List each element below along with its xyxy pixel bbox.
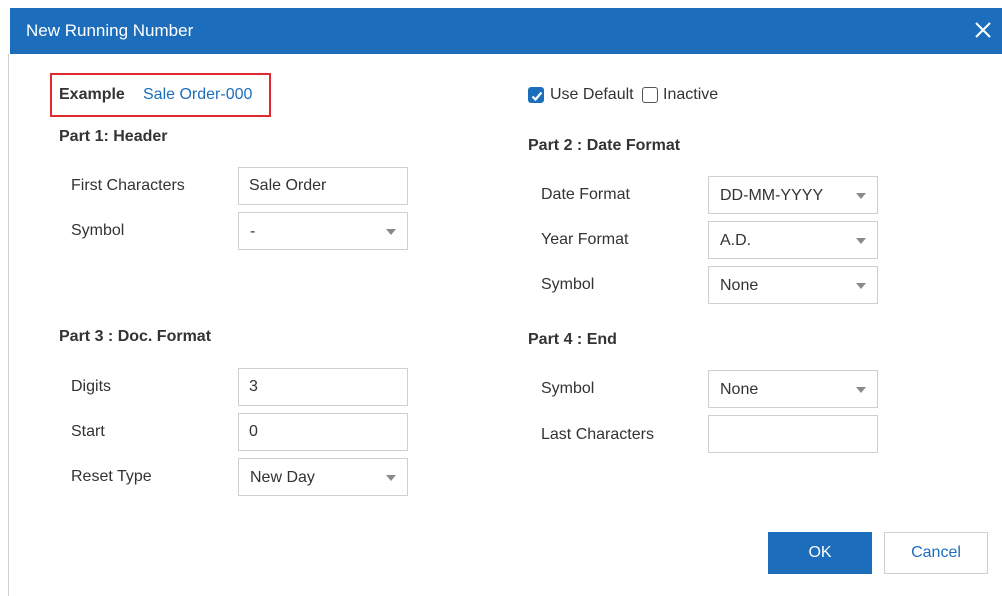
start-input[interactable]: 0	[238, 413, 408, 451]
reset-type-value: New Day	[250, 469, 315, 486]
reset-type-select[interactable]: New Day	[238, 458, 408, 496]
check-icon	[531, 91, 543, 102]
dialog-title: New Running Number	[26, 21, 194, 40]
last-characters-label: Last Characters	[541, 426, 654, 443]
digits-input[interactable]: 3	[238, 368, 408, 406]
date-format-label: Date Format	[541, 186, 630, 203]
date-format-value: DD-MM-YYYY	[720, 187, 824, 204]
dialog-left-border	[8, 54, 9, 596]
part1-symbol-value: -	[250, 223, 256, 240]
ok-button[interactable]: OK	[768, 532, 872, 574]
start-label: Start	[71, 423, 105, 440]
part4-symbol-value: None	[720, 381, 759, 398]
chevron-down-icon	[386, 475, 396, 481]
first-characters-label: First Characters	[71, 177, 185, 194]
example-value: Sale Order-000	[143, 86, 253, 103]
part2-symbol-value: None	[720, 277, 759, 294]
part4-title: Part 4 : End	[528, 331, 617, 348]
first-characters-input[interactable]: Sale Order	[238, 167, 408, 205]
inactive-label: Inactive	[663, 86, 719, 103]
chevron-down-icon	[856, 193, 866, 199]
part4-symbol-select[interactable]: None	[708, 370, 878, 408]
part1-symbol-label: Symbol	[71, 222, 125, 239]
year-format-label: Year Format	[541, 231, 629, 248]
cancel-button[interactable]: Cancel	[884, 532, 988, 574]
example-label: Example	[59, 86, 125, 103]
chevron-down-icon	[856, 283, 866, 289]
year-format-value: A.D.	[720, 232, 752, 249]
date-format-select[interactable]: DD-MM-YYYY	[708, 176, 878, 214]
chevron-down-icon	[856, 387, 866, 393]
last-characters-input[interactable]	[708, 415, 878, 453]
chevron-down-icon	[386, 229, 396, 235]
close-icon	[975, 22, 991, 38]
part1-symbol-select[interactable]: -	[238, 212, 408, 250]
part4-symbol-label: Symbol	[541, 380, 595, 397]
part1-title: Part 1: Header	[59, 128, 168, 145]
chevron-down-icon	[856, 238, 866, 244]
inactive-checkbox[interactable]	[642, 87, 658, 103]
part2-title: Part 2 : Date Format	[528, 137, 681, 154]
digits-label: Digits	[71, 378, 112, 395]
part2-symbol-select[interactable]: None	[708, 266, 878, 304]
part2-symbol-label: Symbol	[541, 276, 595, 293]
year-format-select[interactable]: A.D.	[708, 221, 878, 259]
use-default-label: Use Default	[550, 86, 634, 103]
use-default-checkbox[interactable]	[528, 87, 544, 103]
reset-type-label: Reset Type	[71, 468, 152, 485]
dialog-titlebar: New Running Number	[10, 8, 1002, 54]
close-button[interactable]	[970, 17, 996, 43]
part3-title: Part 3 : Doc. Format	[59, 328, 212, 345]
